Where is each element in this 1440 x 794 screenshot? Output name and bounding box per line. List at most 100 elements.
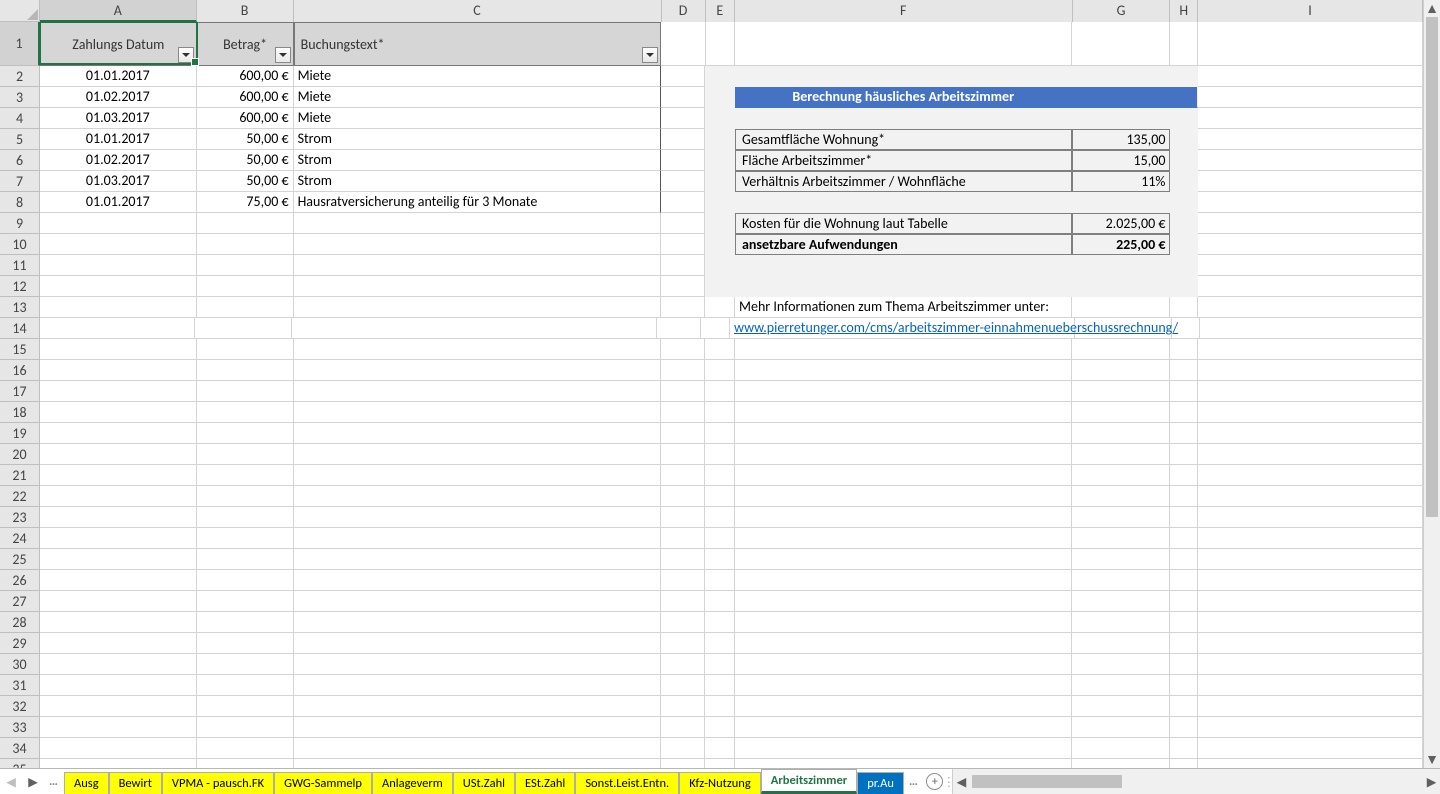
cell[interactable] bbox=[661, 381, 705, 402]
cell[interactable] bbox=[735, 549, 1072, 570]
cell-text[interactable] bbox=[294, 486, 662, 507]
cell[interactable] bbox=[705, 297, 735, 318]
row-header-21[interactable]: 21 bbox=[0, 465, 40, 486]
column-header-E[interactable]: E bbox=[706, 0, 735, 22]
cell-amount[interactable] bbox=[197, 234, 294, 255]
cell[interactable] bbox=[705, 465, 735, 486]
cell-amount[interactable] bbox=[197, 654, 294, 675]
cell[interactable] bbox=[661, 234, 705, 255]
cell[interactable] bbox=[705, 171, 735, 192]
cell[interactable] bbox=[1072, 297, 1170, 318]
cell[interactable] bbox=[1200, 318, 1423, 339]
cell-text[interactable] bbox=[294, 549, 662, 570]
filter-dropdown-icon[interactable] bbox=[642, 47, 658, 63]
cell[interactable] bbox=[705, 717, 735, 738]
scroll-up-icon[interactable]: ▲ bbox=[1424, 0, 1440, 17]
sheet-tab-est-zahl[interactable]: ESt.Zahl bbox=[515, 772, 575, 794]
cell-text[interactable] bbox=[294, 507, 662, 528]
cell[interactable] bbox=[705, 759, 735, 768]
cell-text[interactable] bbox=[294, 444, 662, 465]
cell-amount[interactable] bbox=[197, 339, 294, 360]
cell[interactable] bbox=[705, 675, 735, 696]
cell[interactable] bbox=[1198, 549, 1423, 570]
cell-text[interactable] bbox=[294, 528, 662, 549]
cell[interactable] bbox=[1198, 129, 1423, 150]
row-header-19[interactable]: 19 bbox=[0, 423, 40, 444]
cell[interactable] bbox=[705, 528, 735, 549]
cell[interactable] bbox=[705, 444, 735, 465]
cell[interactable] bbox=[661, 486, 705, 507]
cell-amount[interactable] bbox=[197, 402, 294, 423]
cell-amount[interactable]: 600,00 € bbox=[197, 87, 294, 108]
cell-date[interactable] bbox=[40, 654, 197, 675]
table-header-amount[interactable]: Betrag* bbox=[197, 22, 294, 66]
cell[interactable] bbox=[1072, 339, 1170, 360]
cell[interactable] bbox=[1072, 570, 1170, 591]
cell-amount[interactable] bbox=[197, 738, 294, 759]
cell-date[interactable] bbox=[40, 507, 197, 528]
tab-overflow-right[interactable]: … bbox=[904, 769, 924, 794]
cell[interactable] bbox=[1170, 612, 1198, 633]
cell-date[interactable] bbox=[40, 591, 197, 612]
cell[interactable] bbox=[661, 444, 705, 465]
cell[interactable] bbox=[1170, 717, 1198, 738]
row-header-25[interactable]: 25 bbox=[0, 549, 40, 570]
column-header-D[interactable]: D bbox=[662, 0, 706, 22]
scroll-down-icon[interactable]: ▼ bbox=[1424, 751, 1440, 768]
cell[interactable] bbox=[1072, 507, 1170, 528]
cell[interactable] bbox=[661, 339, 705, 360]
cell[interactable] bbox=[1072, 402, 1170, 423]
cell-text[interactable] bbox=[294, 591, 662, 612]
cell-amount[interactable] bbox=[197, 276, 294, 297]
panel-label[interactable]: Kosten für die Wohnung laut Tabelle bbox=[735, 213, 1072, 234]
cell-text[interactable]: Hausratversicherung anteilig für 3 Monat… bbox=[294, 192, 662, 213]
cell[interactable] bbox=[1170, 444, 1198, 465]
cell[interactable] bbox=[705, 66, 735, 87]
column-header-A[interactable]: A bbox=[40, 0, 197, 22]
cell[interactable] bbox=[735, 738, 1072, 759]
cell[interactable] bbox=[705, 570, 735, 591]
cell[interactable] bbox=[735, 759, 1072, 768]
row-header-24[interactable]: 24 bbox=[0, 528, 40, 549]
cell[interactable] bbox=[661, 255, 705, 276]
cell-amount[interactable] bbox=[197, 360, 294, 381]
cell[interactable] bbox=[705, 339, 735, 360]
cell-amount[interactable]: 50,00 € bbox=[197, 129, 294, 150]
cell[interactable] bbox=[1170, 192, 1198, 213]
tab-nav-first-icon[interactable]: ◀ bbox=[0, 769, 22, 794]
cell[interactable] bbox=[661, 276, 705, 297]
panel-label[interactable]: Fläche Arbeitszimmer* bbox=[735, 150, 1072, 171]
panel-link[interactable]: www.pierretunger.com/cms/arbeitszimmer-e… bbox=[734, 319, 1178, 336]
cell[interactable] bbox=[661, 591, 705, 612]
cell-date[interactable]: 01.02.2017 bbox=[40, 87, 197, 108]
cell[interactable] bbox=[1072, 591, 1170, 612]
row-header-15[interactable]: 15 bbox=[0, 339, 40, 360]
cell[interactable] bbox=[661, 192, 705, 213]
cell-date[interactable] bbox=[40, 570, 197, 591]
row-header-30[interactable]: 30 bbox=[0, 654, 40, 675]
cell-amount[interactable] bbox=[197, 507, 294, 528]
cell[interactable] bbox=[1170, 255, 1198, 276]
cell[interactable] bbox=[705, 381, 735, 402]
cell[interactable] bbox=[1072, 66, 1170, 87]
cell[interactable] bbox=[705, 423, 735, 444]
cell[interactable] bbox=[1072, 738, 1170, 759]
cell-date[interactable] bbox=[40, 465, 197, 486]
row-header-16[interactable]: 16 bbox=[0, 360, 40, 381]
cell[interactable] bbox=[661, 297, 705, 318]
row-header-22[interactable]: 22 bbox=[0, 486, 40, 507]
scroll-thumb[interactable] bbox=[1426, 17, 1438, 517]
cell[interactable] bbox=[1170, 528, 1198, 549]
cell[interactable] bbox=[705, 654, 735, 675]
scroll-left-icon[interactable]: ◀ bbox=[953, 774, 970, 790]
cell-amount[interactable] bbox=[197, 528, 294, 549]
filter-dropdown-icon[interactable] bbox=[275, 47, 291, 63]
cell[interactable] bbox=[1072, 486, 1170, 507]
row-header-3[interactable]: 3 bbox=[0, 87, 40, 108]
cell[interactable] bbox=[1072, 612, 1170, 633]
cell-amount[interactable] bbox=[197, 675, 294, 696]
cell[interactable] bbox=[661, 717, 705, 738]
cell[interactable] bbox=[661, 633, 705, 654]
cell[interactable] bbox=[1198, 591, 1423, 612]
cell[interactable] bbox=[1170, 633, 1198, 654]
